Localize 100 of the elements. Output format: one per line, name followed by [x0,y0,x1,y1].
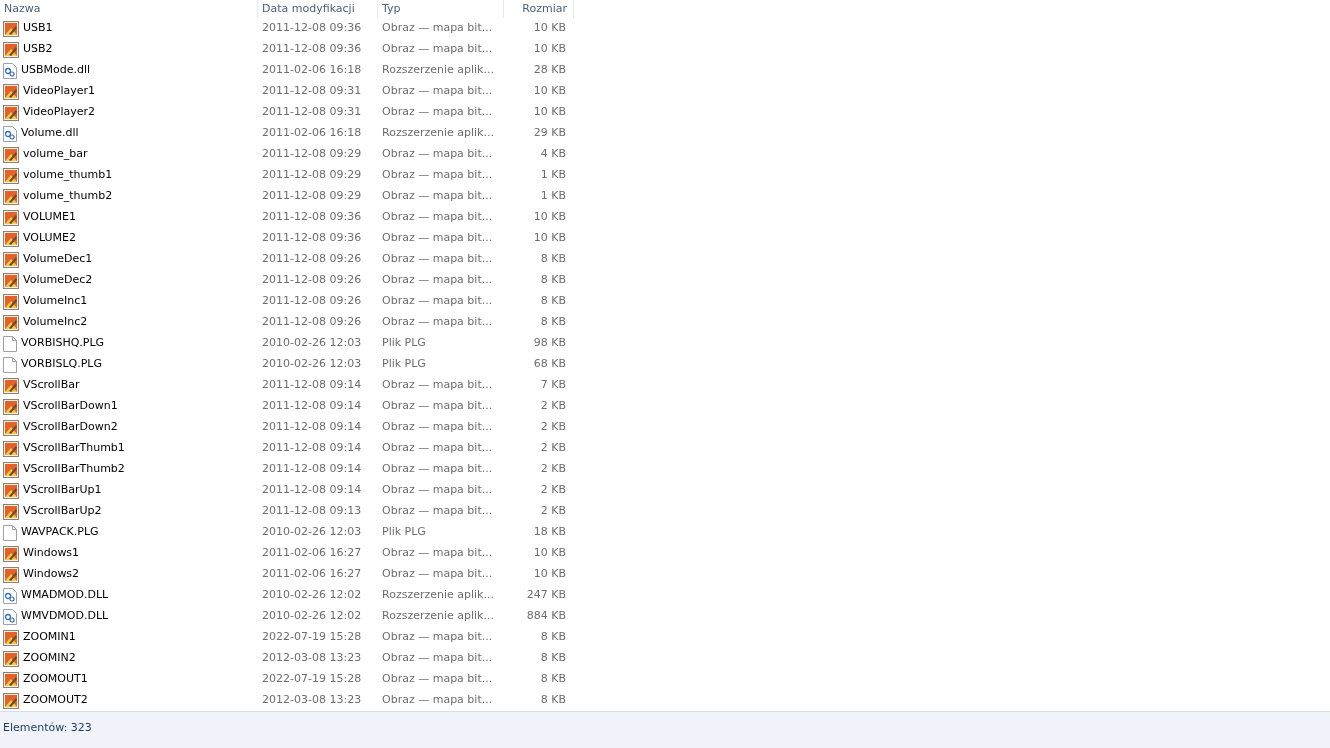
file-name[interactable]: VScrollBarThumb2 [23,461,125,478]
file-name[interactable]: VolumeDec1 [23,251,93,268]
file-name[interactable]: VolumeDec2 [23,272,93,289]
modified-date: 2022-07-19 15:28 [262,672,362,686]
file-size: 10 KB [533,84,566,98]
modified-date: 2011-02-06 16:18 [262,63,362,77]
file-type: Obraz — mapa bit... [382,651,493,665]
image-file-icon [3,146,19,163]
file-type: Obraz — mapa bit... [382,462,493,476]
file-type: Obraz — mapa bit... [382,105,493,119]
file-size: 8 KB [540,651,566,665]
modified-date: 2012-03-08 13:23 [262,651,362,665]
file-type: Obraz — mapa bit... [382,546,493,560]
file-type: Obraz — mapa bit... [382,672,493,686]
file-size: 4 KB [540,147,566,161]
file-type: Obraz — mapa bit... [382,42,493,56]
modified-date: 2011-12-08 09:36 [262,21,362,35]
file-size: 1 KB [540,189,566,203]
file-name[interactable]: VScrollBarUp1 [23,482,102,499]
file-name[interactable]: ZOOMIN1 [23,629,76,646]
file-name[interactable]: USBMode.dll [21,62,91,79]
file-type: Obraz — mapa bit... [382,504,493,518]
image-file-icon [3,566,19,583]
file-icon [3,335,17,352]
file-name[interactable]: Volume.dll [21,125,79,142]
file-size: 2 KB [540,483,566,497]
file-type: Obraz — mapa bit... [382,420,493,434]
image-file-icon [3,167,19,184]
modified-date: 2011-12-08 09:36 [262,231,362,245]
file-name[interactable]: VOLUME1 [23,209,77,226]
file-name[interactable]: VScrollBarThumb1 [23,440,125,457]
file-size: 10 KB [533,567,566,581]
file-name[interactable]: WMVDMOD.DLL [21,608,109,625]
file-type: Plik PLG [382,525,426,539]
file-name[interactable]: WMADMOD.DLL [21,587,109,604]
file-name[interactable]: WAVPACK.PLG [21,524,99,541]
file-type: Obraz — mapa bit... [382,315,493,329]
column-header[interactable]: Rozmiar [504,0,574,18]
file-name[interactable]: ZOOMOUT1 [23,671,88,688]
image-file-icon [3,545,19,562]
file-size: 8 KB [540,273,566,287]
file-size: 884 KB [526,609,566,623]
modified-date: 2011-12-08 09:26 [262,294,362,308]
file-name[interactable]: VScrollBarUp2 [23,503,102,520]
file-name[interactable]: VScrollBar [23,377,80,394]
file-size: 2 KB [540,504,566,518]
file-name[interactable]: ZOOMIN2 [23,650,76,667]
column-header[interactable]: Data modyfikacji [258,0,378,18]
file-type: Obraz — mapa bit... [382,252,493,266]
file-name[interactable]: volume_thumb2 [23,188,113,205]
image-file-icon [3,104,19,121]
file-type: Obraz — mapa bit... [382,84,493,98]
image-file-icon [3,251,19,268]
file-size: 8 KB [540,672,566,686]
file-name[interactable]: volume_thumb1 [23,167,113,184]
file-type: Rozszerzenie aplik... [382,588,494,602]
modified-date: 2011-12-08 09:29 [262,168,362,182]
file-name[interactable]: VORBISHQ.PLG [21,335,105,352]
image-file-icon [3,629,19,646]
file-size: 98 KB [533,336,566,350]
image-file-icon [3,650,19,667]
modified-date: 2011-12-08 09:36 [262,210,362,224]
file-name[interactable]: VScrollBarDown1 [23,398,118,415]
image-file-icon [3,20,19,37]
file-size: 29 KB [533,126,566,140]
file-name[interactable]: Windows1 [23,545,80,562]
file-name[interactable]: VORBISLQ.PLG [21,356,102,373]
modified-date: 2011-12-08 09:29 [262,189,362,203]
file-type: Obraz — mapa bit... [382,399,493,413]
file-type: Plik PLG [382,336,426,350]
column-header[interactable]: Typ [378,0,504,18]
modified-date: 2010-02-26 12:02 [262,609,362,623]
file-name[interactable]: volume_bar [23,146,88,163]
file-name[interactable]: VScrollBarDown2 [23,419,118,436]
file-size: 10 KB [533,210,566,224]
file-size: 2 KB [540,420,566,434]
file-name[interactable]: Windows2 [23,566,80,583]
image-file-icon [3,398,19,415]
modified-date: 2011-12-08 09:26 [262,315,362,329]
file-name[interactable]: USB1 [23,20,53,37]
file-size: 8 KB [540,252,566,266]
file-size: 2 KB [540,399,566,413]
file-name[interactable]: USB2 [23,41,53,58]
file-size: 10 KB [533,231,566,245]
file-name[interactable]: ZOOMOUT2 [23,692,88,709]
file-name[interactable]: VideoPlayer1 [23,83,96,100]
file-type: Obraz — mapa bit... [382,294,493,308]
column-header[interactable]: Nazwa [0,0,258,18]
modified-date: 2011-12-08 09:36 [262,42,362,56]
file-size: 10 KB [533,546,566,560]
modified-date: 2010-02-26 12:02 [262,588,362,602]
file-name[interactable]: VolumeInc2 [23,314,88,331]
modified-date: 2011-12-08 09:31 [262,84,362,98]
file-name[interactable]: VolumeInc1 [23,293,88,310]
image-file-icon [3,440,19,457]
file-name[interactable]: VideoPlayer2 [23,104,96,121]
file-icon [3,356,17,373]
file-size: 68 KB [533,357,566,371]
modified-date: 2011-12-08 09:31 [262,105,362,119]
file-name[interactable]: VOLUME2 [23,230,77,247]
